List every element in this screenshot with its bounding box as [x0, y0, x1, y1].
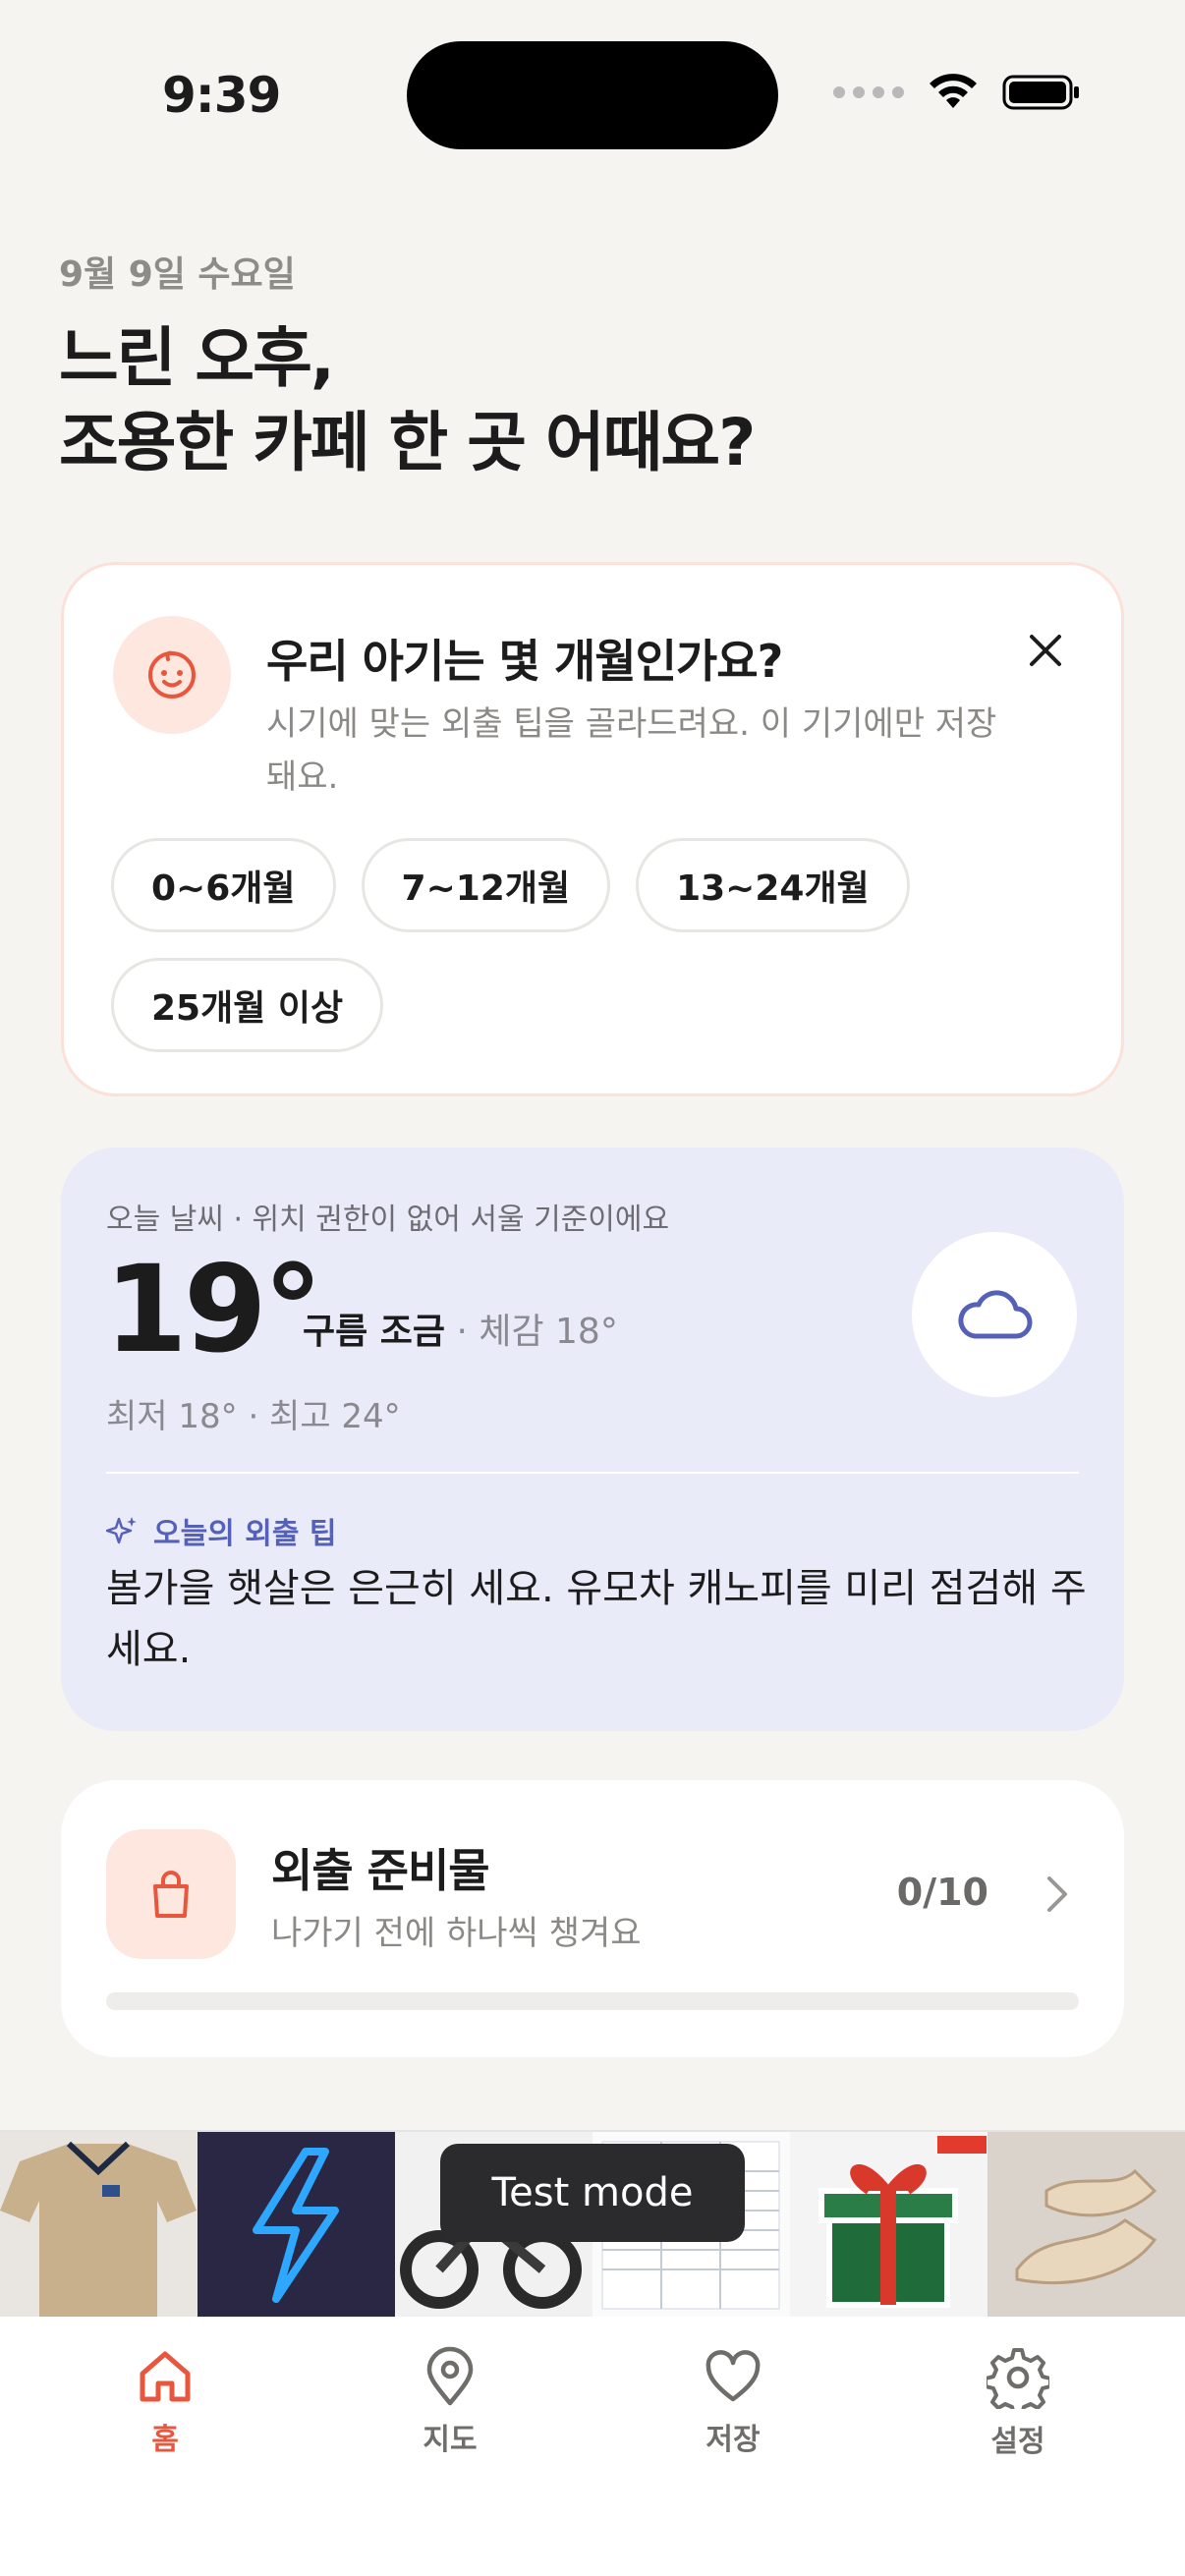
condition-text: 구름 조금 [303, 1312, 446, 1352]
home-screen: 9:39 9월 9일 수요일 느린 오후, 조용한 카페 한 곳 어때요? 우리… [0, 0, 1185, 2576]
chevron-right-icon [1047, 1876, 1067, 1912]
age-options: 0~6개월 7~12개월 13~24개월 25개월 이상 [111, 838, 1054, 1052]
feels-like-text: · 체감 18° [445, 1312, 618, 1352]
dynamic-island [407, 41, 778, 149]
status-icons [833, 73, 1081, 112]
home-icon [140, 2351, 191, 2402]
checklist-progress [106, 1992, 1079, 2010]
sparkle-icon [106, 1517, 137, 1544]
tab-map[interactable]: 지도 [371, 2346, 529, 2458]
status-time: 9:39 [162, 67, 281, 124]
wifi-icon [930, 74, 977, 108]
tip-label: 오늘의 외출 팁 [106, 1509, 337, 1552]
tip-text: 봄가을 햇살은 은근히 세요. 유모차 캐노피를 미리 점검해 주세요. [106, 1566, 1087, 1672]
signal-icon [833, 86, 904, 98]
test-mode-toast: Test mode [440, 2144, 745, 2242]
packing-checklist-card[interactable]: 외출 준비물 나가기 전에 하나씩 챙겨요 0/10 [61, 1780, 1124, 2057]
battery-icon [1002, 75, 1079, 110]
tab-saved[interactable]: 저장 [654, 2346, 812, 2458]
weather-card: 오늘 날씨 · 위치 권한이 없어 서울 기준이에요 19° 구름 조금 · 체… [61, 1148, 1124, 1731]
tab-saved-label: 저장 [705, 2423, 761, 2457]
date-label: 9월 9일 수요일 [59, 254, 296, 295]
age-option-25-plus[interactable]: 25개월 이상 [111, 958, 384, 1052]
min-max-temperature: 최저 18° · 최고 24° [106, 1397, 401, 1436]
page-title-line-1: 느린 오후, [59, 320, 335, 396]
tab-home-label: 홈 [151, 2423, 179, 2457]
heart-icon [705, 2350, 761, 2402]
baby-age-card: 우리 아기는 몇 개월인가요? 시기에 맞는 외출 팁을 골라드려요. 이 기기… [61, 562, 1124, 1096]
age-option-13-24[interactable]: 13~24개월 [636, 838, 910, 932]
checklist-subtitle: 나가기 전에 하나씩 챙겨요 [271, 1914, 642, 1953]
age-card-title: 우리 아기는 몇 개월인가요? [266, 635, 783, 688]
ad-product-neon-light[interactable] [198, 2132, 395, 2319]
current-temperature: 19° [104, 1240, 323, 1379]
checklist-title: 외출 준비물 [271, 1844, 490, 1897]
age-option-0-6[interactable]: 0~6개월 [111, 838, 336, 932]
map-pin-icon [426, 2346, 474, 2406]
weather-divider [106, 1472, 1079, 1474]
tip-label-text: 오늘의 외출 팁 [153, 1517, 337, 1551]
tab-settings[interactable]: 설정 [939, 2346, 1097, 2460]
close-icon[interactable] [1021, 626, 1070, 675]
weather-condition: 구름 조금 · 체감 18° [303, 1303, 618, 1354]
tab-home[interactable]: 홈 [86, 2346, 244, 2458]
gear-icon [987, 2348, 1049, 2409]
page-title: 느린 오후, 조용한 카페 한 곳 어때요? [59, 316, 756, 485]
bottom-tab-bar: 홈 지도 저장 설정 [0, 2317, 1185, 2576]
tab-map-label: 지도 [423, 2423, 478, 2457]
checklist-count: 0/10 [896, 1871, 988, 1914]
page-title-line-2: 조용한 카페 한 곳 어때요? [59, 404, 756, 480]
shopping-bag-icon [106, 1829, 236, 1959]
tab-settings-label: 설정 [990, 2425, 1045, 2459]
ad-product-gift-box[interactable] [790, 2132, 988, 2319]
ad-product-shirt[interactable] [0, 2132, 198, 2319]
cloud-icon [912, 1232, 1077, 1397]
baby-face-icon [113, 616, 231, 734]
weather-label: 오늘 날씨 · 위치 권한이 없어 서울 기준이에요 [106, 1203, 670, 1237]
ad-product-sandals[interactable] [988, 2132, 1185, 2319]
age-option-7-12[interactable]: 7~12개월 [361, 838, 611, 932]
age-card-description: 시기에 맞는 외출 팁을 골라드려요. 이 기기에만 저장돼요. [266, 704, 997, 797]
